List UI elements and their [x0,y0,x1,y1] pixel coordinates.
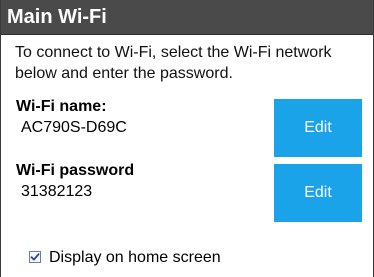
title-bar: Main Wi-Fi [1,0,373,35]
edit-wifi-password-button[interactable]: Edit [274,164,362,222]
wifi-password-value: 31382123 [21,183,93,200]
home-screen-label: Display on home screen [49,248,221,266]
edit-wifi-password-label: Edit [304,184,332,201]
checkmark-icon [30,253,40,261]
wifi-password-label: Wi-Fi password [16,162,135,179]
wifi-name-label: Wi-Fi name: [16,98,107,115]
home-screen-checkbox[interactable] [29,251,41,263]
instructions-text: To connect to Wi-Fi, select the Wi-Fi ne… [15,44,332,82]
edit-wifi-name-button[interactable]: Edit [274,99,362,157]
panel-title: Main Wi-Fi [7,6,107,28]
wifi-name-value: AC790S-D69C [21,119,127,136]
home-screen-option[interactable]: Display on home screen [29,246,221,268]
wifi-panel: Main Wi-Fi To connect to Wi-Fi, select t… [0,0,374,277]
edit-wifi-name-label: Edit [304,119,332,136]
